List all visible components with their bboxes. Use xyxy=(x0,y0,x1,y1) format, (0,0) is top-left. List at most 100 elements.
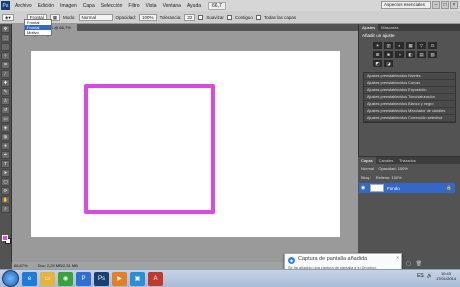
marquee-tool-icon[interactable]: ⬚ xyxy=(1,34,10,42)
type-tool-icon[interactable]: T xyxy=(1,160,10,168)
path-select-tool-icon[interactable]: ➤ xyxy=(1,169,10,177)
eye-icon[interactable]: ◉ xyxy=(361,185,367,191)
eyedropper-tool-icon[interactable]: ⁄ xyxy=(1,70,10,78)
layer-opacity[interactable]: Opacidad: 100% xyxy=(378,166,408,171)
menu-vista[interactable]: Vista xyxy=(143,3,160,9)
start-button[interactable] xyxy=(2,270,19,287)
levels-icon[interactable]: ▥ xyxy=(384,42,393,49)
lasso-tool-icon[interactable]: ➰ xyxy=(1,43,10,51)
menu-ventana[interactable]: Ventana xyxy=(160,3,184,9)
list-item[interactable]: Ajustes preestablecidos Corrección selec… xyxy=(364,115,455,122)
status-doc-info: Doc: 2,29 MB/2,31 MB xyxy=(37,263,78,268)
list-item[interactable]: Ajustes preestablecidos Mezclador de can… xyxy=(364,108,455,115)
quick-select-tool-icon[interactable]: ✧ xyxy=(1,52,10,60)
menu-imagen[interactable]: Imagen xyxy=(57,3,80,9)
gradient-map-icon[interactable]: ◪ xyxy=(384,60,393,67)
color-balance-icon[interactable]: ⊞ xyxy=(373,51,382,58)
tab-mascaras[interactable]: Máscaras xyxy=(378,24,401,31)
invert-icon[interactable]: ▤ xyxy=(417,51,426,58)
layer-fill[interactable]: Relleno: 100% xyxy=(376,175,402,180)
taskbar-app-chrome[interactable]: ◉ xyxy=(58,271,73,286)
vibrance-icon[interactable]: ▽ xyxy=(417,42,426,49)
paint-bucket-tool-icon[interactable]: ◈ xyxy=(1,124,10,132)
lock-label: Bloq.: xyxy=(361,175,372,180)
taskbar-app-dropbox[interactable]: ▣ xyxy=(130,271,145,286)
crop-tool-icon[interactable]: ⌗ xyxy=(1,61,10,69)
all-layers-checkbox[interactable] xyxy=(255,14,261,20)
blend-mode-select[interactable]: Normal xyxy=(361,166,374,171)
eraser-tool-icon[interactable]: ▭ xyxy=(1,115,10,123)
photo-filter-icon[interactable]: ◑ xyxy=(395,51,404,58)
clock[interactable]: 10:43 17/01/2014 xyxy=(436,271,456,281)
list-item[interactable]: Ajustes preestablecidos Curvas xyxy=(364,80,455,87)
history-brush-tool-icon[interactable]: ↺ xyxy=(1,106,10,114)
exposure-icon[interactable]: ▦ xyxy=(406,42,415,49)
3d-rotate-tool-icon[interactable]: ⟳ xyxy=(1,187,10,195)
move-tool-icon[interactable]: ✥ xyxy=(1,25,10,33)
window-controls: – □ × xyxy=(432,1,458,9)
list-item[interactable]: Ajustes preestablecidos Exposición xyxy=(364,87,455,94)
tab-canales[interactable]: Canales xyxy=(376,157,397,164)
hue-saturation-icon[interactable]: ⚖ xyxy=(428,42,437,49)
menu-capa[interactable]: Capa xyxy=(80,3,98,9)
contiguous-checkbox[interactable] xyxy=(226,14,232,20)
close-icon[interactable]: × xyxy=(396,255,399,260)
taskbar-app-ie[interactable]: e xyxy=(22,271,37,286)
layer-row-fondo[interactable]: ◉ Fondo 🔒 xyxy=(359,183,455,193)
posterize-icon[interactable]: ▧ xyxy=(428,51,437,58)
minimize-icon[interactable]: – xyxy=(432,1,440,9)
threshold-icon[interactable]: ◩ xyxy=(373,60,382,67)
language-indicator[interactable]: ES xyxy=(417,273,424,279)
brightness-icon[interactable]: ☀ xyxy=(373,42,382,49)
blur-tool-icon[interactable]: ◍ xyxy=(1,133,10,141)
trash-icon[interactable]: 🗑 xyxy=(416,261,422,267)
paint-bucket-tool-icon[interactable]: ◈▾ xyxy=(2,13,14,21)
healing-tool-icon[interactable]: ✚ xyxy=(1,79,10,87)
adjustments-panel-tabs: Ajustes Máscaras xyxy=(359,24,460,31)
antialias-checkbox[interactable] xyxy=(198,14,204,20)
foreground-color-swatch[interactable] xyxy=(2,235,8,241)
tools-panel: ✥ ⬚ ➰ ✧ ⌗ ⁄ ✚ ✎ ♙ ↺ ▭ ◈ ◍ ● ✒ T ➤ ▢ ⟳ ✋ … xyxy=(0,24,12,262)
curves-icon[interactable]: ◐ xyxy=(395,42,404,49)
menu-edicion[interactable]: Edición xyxy=(35,3,57,9)
taskbar-app-photoshop[interactable]: Ps xyxy=(94,271,109,286)
taskbar-app-media[interactable]: ▶ xyxy=(112,271,127,286)
status-zoom[interactable]: 66,67% xyxy=(14,262,28,269)
dropdown-option[interactable]: Motivo xyxy=(25,30,51,35)
clock-date: 17/01/2014 xyxy=(435,276,456,281)
tab-capas[interactable]: Capas xyxy=(358,157,376,164)
list-item[interactable]: Ajustes preestablecidos Niveles xyxy=(364,73,455,80)
tab-trazados[interactable]: Trazados xyxy=(396,157,419,164)
menu-ayuda[interactable]: Ayuda xyxy=(184,3,204,9)
taskbar-app-publisher[interactable]: P xyxy=(76,271,91,286)
hand-tool-icon[interactable]: ✋ xyxy=(1,196,10,204)
opacity-input[interactable]: 100% xyxy=(139,13,157,21)
shape-tool-icon[interactable]: ▢ xyxy=(1,178,10,186)
layer-name: Fondo xyxy=(387,185,400,191)
mode-select[interactable]: Normal xyxy=(78,13,113,21)
stamp-tool-icon[interactable]: ♙ xyxy=(1,97,10,105)
list-item[interactable]: Ajustes preestablecidos Tono/saturación xyxy=(364,94,455,101)
menu-archivo[interactable]: Archivo xyxy=(12,3,35,9)
taskbar-app-explorer[interactable]: ▭ xyxy=(40,271,55,286)
pen-tool-icon[interactable]: ✒ xyxy=(1,151,10,159)
zoom-level-select[interactable]: 66,7 xyxy=(208,1,226,10)
channel-mixer-icon[interactable]: ◧ xyxy=(406,51,415,58)
menu-filtro[interactable]: Filtro xyxy=(125,3,142,9)
list-item[interactable]: Ajustes preestablecidos Blanco y negro xyxy=(364,101,455,108)
maximize-icon[interactable]: □ xyxy=(441,1,449,9)
new-layer-icon[interactable]: ▢ xyxy=(406,261,411,267)
tab-ajustes[interactable]: Ajustes xyxy=(359,24,379,31)
workspace-select[interactable]: Aspectos esenciales xyxy=(381,1,431,9)
black-white-icon[interactable]: ■ xyxy=(384,51,393,58)
dodge-tool-icon[interactable]: ● xyxy=(1,142,10,150)
zoom-tool-icon[interactable]: ⌕ xyxy=(1,205,10,213)
tolerance-input[interactable]: 32 xyxy=(184,13,196,21)
adjustments-title: Añadir un ajuste xyxy=(362,33,395,38)
close-icon[interactable]: × xyxy=(450,1,458,9)
menu-seleccion[interactable]: Selección xyxy=(98,3,126,9)
volume-icon[interactable]: 🔊 xyxy=(427,273,433,279)
taskbar-app-acrobat[interactable]: A xyxy=(148,271,163,286)
brush-tool-icon[interactable]: ✎ xyxy=(1,88,10,96)
mode-label: Modo: xyxy=(63,14,76,20)
